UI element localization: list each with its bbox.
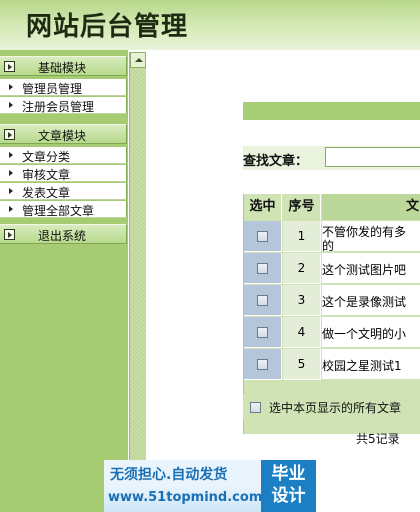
row-checkbox[interactable] [257, 231, 268, 242]
select-cell [244, 285, 282, 316]
main-content: 查找文章： 选中 序号 文 1 不管你发的有多 的 2 这个测试图片吧 3 这个… [146, 50, 420, 512]
bullet-arrow-icon [9, 152, 13, 158]
sidebar-item-label: 发表文章 [22, 186, 71, 200]
row-number: 1 [283, 221, 321, 252]
row-number: 3 [283, 285, 321, 316]
title-bar [243, 102, 420, 120]
sidebar-item-label: 文章分类 [22, 150, 71, 164]
sidebar-group-logout[interactable]: 退出系统 [0, 224, 127, 244]
scrollbar[interactable] [129, 52, 146, 512]
select-all-label: 选中本页显示的所有文章 [269, 401, 402, 415]
row-title[interactable]: 这个是录像测试 [322, 293, 406, 310]
search-label: 查找文章： [243, 154, 309, 169]
row-checkbox[interactable] [257, 263, 268, 274]
banner-url[interactable]: www.51topmind.com [108, 490, 262, 505]
bullet-arrow-icon [9, 84, 13, 90]
sidebar-item-member-manage[interactable]: 注册会员管理 [0, 97, 127, 114]
bullet-arrow-icon [9, 188, 13, 194]
ad-banner[interactable]: 无须担心.自动发货 www.51topmind.com 毕业 设计 [104, 460, 316, 512]
row-title[interactable]: 校园之星测试1 [322, 357, 402, 374]
row-title-cell[interactable]: 校园之星测试1 [322, 349, 420, 380]
sidebar-group-label: 退出系统 [37, 229, 86, 243]
table-row: 5 校园之星测试1 [244, 349, 420, 381]
sidebar-group-article[interactable]: 文章模块 [0, 124, 127, 144]
sidebar-item-label: 管理员管理 [22, 82, 83, 96]
bullet-arrow-icon [9, 206, 13, 212]
table-row: 2 这个测试图片吧 [244, 253, 420, 285]
sidebar-item-label: 注册会员管理 [22, 100, 95, 114]
row-checkbox[interactable] [257, 359, 268, 370]
sidebar-item-label: 审核文章 [22, 168, 71, 182]
table-row: 3 这个是录像测试 [244, 285, 420, 317]
row-title[interactable]: 不管你发的有多 [322, 223, 406, 240]
select-all-checkbox[interactable] [250, 402, 261, 413]
search-input[interactable] [325, 147, 420, 167]
row-title-cell[interactable]: 这个是录像测试 [322, 285, 420, 316]
banner-text-area: 无须担心.自动发货 www.51topmind.com [104, 460, 262, 512]
sidebar-item-publish-article[interactable]: 发表文章 [0, 183, 127, 200]
column-header-number: 序号 [283, 194, 321, 220]
table-row: 4 做一个文明的小 [244, 317, 420, 349]
sidebar-item-article-category[interactable]: 文章分类 [0, 147, 127, 164]
select-cell [244, 317, 282, 348]
row-title-cell[interactable]: 做一个文明的小 [322, 317, 420, 348]
row-number: 2 [283, 253, 321, 284]
bullet-arrow-icon [9, 102, 13, 108]
sidebar-group-basic[interactable]: 基础模块 [0, 56, 127, 76]
banner-tag-line2: 设计 [271, 486, 306, 506]
banner-tag-line1: 毕业 [271, 464, 306, 484]
header: 网站后台管理 [0, 0, 420, 50]
row-title-cell[interactable]: 这个测试图片吧 [322, 253, 420, 284]
row-title-continued: 的 [322, 239, 335, 252]
banner-tag: 毕业 设计 [261, 460, 316, 512]
column-header-select: 选中 [244, 194, 282, 220]
select-cell [244, 253, 282, 284]
row-checkbox[interactable] [257, 327, 268, 338]
sidebar-item-review-article[interactable]: 审核文章 [0, 165, 127, 182]
sidebar-item-manage-all-articles[interactable]: 管理全部文章 [0, 201, 127, 218]
bullet-arrow-icon [9, 170, 13, 176]
scroll-up-icon[interactable] [130, 52, 146, 68]
banner-slogan: 无须担心.自动发货 [110, 467, 228, 483]
select-cell [244, 349, 282, 380]
select-all-row: 选中本页显示的所有文章 [243, 394, 420, 420]
row-title[interactable]: 做一个文明的小 [322, 325, 406, 342]
select-cell [244, 221, 282, 252]
row-title-cell[interactable]: 不管你发的有多 的 [322, 221, 420, 252]
row-number: 4 [283, 317, 321, 348]
sidebar: 基础模块 管理员管理 注册会员管理 文章模块 文章分类 审核文章 发表文章 管理… [0, 50, 128, 512]
sidebar-group-label: 文章模块 [37, 129, 86, 143]
sidebar-item-admin-manage[interactable]: 管理员管理 [0, 79, 127, 96]
page-title: 网站后台管理 [26, 12, 189, 42]
row-number: 5 [283, 349, 321, 380]
column-header-title: 文 [322, 194, 420, 220]
table-row: 1 不管你发的有多 的 [244, 221, 420, 253]
row-title[interactable]: 这个测试图片吧 [322, 261, 406, 278]
row-checkbox[interactable] [257, 295, 268, 306]
sidebar-group-label: 基础模块 [37, 61, 86, 75]
record-count: 共5记录 [356, 432, 400, 446]
sidebar-item-label: 管理全部文章 [22, 204, 95, 218]
